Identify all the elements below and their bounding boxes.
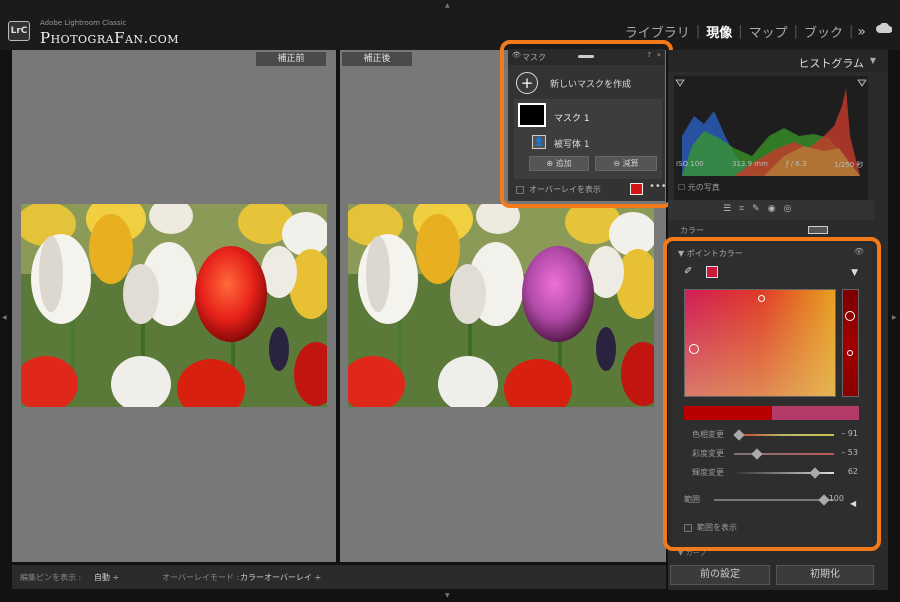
previous-settings-button[interactable]: 前の設定	[670, 565, 770, 585]
edit-sliders-icon[interactable]: ☰	[723, 204, 739, 214]
app-subtitle: Adobe Lightroom Classic	[40, 19, 127, 27]
original-photo-checkbox[interactable]: ☐	[678, 183, 688, 192]
color-tab-icon[interactable]	[808, 226, 828, 234]
module-picker: ライブラリ | 現像 | マップ | ブック | »	[619, 22, 870, 42]
bottom-toolbar: 編集ピンを表示 : 自動 ÷ オーバーレイモード : カラーオーバーレイ ÷	[12, 565, 666, 589]
edit-pin-label: 編集ピンを表示 :	[20, 573, 82, 582]
overlay-mode-select[interactable]: カラーオーバーレイ ÷	[240, 572, 321, 583]
app-brand: PhotograFan.com	[40, 29, 180, 47]
color-tab[interactable]: カラー	[680, 225, 704, 236]
aperture: ƒ / 6.3	[786, 160, 807, 168]
tool-icons: ☰⌗✎◉◎	[723, 204, 799, 214]
before-photo[interactable]	[21, 204, 327, 407]
reset-button[interactable]: 初期化	[776, 565, 874, 585]
mask-tool-icon[interactable]: ◎	[784, 204, 800, 214]
overlay-mode-label: オーバーレイモード :	[162, 573, 240, 582]
after-label: 補正後	[342, 52, 412, 66]
collapse-caret-icon[interactable]: ▼	[870, 56, 876, 65]
iso-value: ISO 100	[676, 160, 704, 168]
edit-pin-select[interactable]: 自動 ÷	[94, 572, 119, 583]
heal-icon[interactable]: ✎	[752, 204, 768, 214]
top-panel-toggle-icon[interactable]: ▲	[445, 2, 450, 9]
highlight-ring-mask	[500, 40, 673, 208]
left-panel-toggle-icon[interactable]: ◀	[2, 314, 7, 321]
highlight-ring-point-color	[663, 237, 881, 551]
histogram-title: ヒストグラム	[798, 57, 864, 70]
before-pane: 補正前	[12, 50, 336, 562]
original-photo-toggle[interactable]: ☐ 元の写真	[678, 182, 720, 193]
histogram-header[interactable]: ヒストグラム ▼	[668, 50, 888, 72]
module-map[interactable]: マップ	[743, 22, 794, 41]
bottom-panel-toggle-icon[interactable]: ▼	[445, 592, 450, 599]
module-develop[interactable]: 現像	[700, 22, 738, 41]
module-book[interactable]: ブック	[798, 22, 849, 41]
right-panel-toggle-icon[interactable]: ▶	[892, 314, 897, 321]
original-photo-label: 元の写真	[687, 183, 720, 192]
focal-length: 313.9 mm	[732, 160, 768, 168]
after-photo[interactable]	[348, 204, 654, 407]
cloud-icon[interactable]	[876, 23, 892, 33]
more-modules-button[interactable]: »	[853, 24, 870, 40]
app-logo: LrC	[8, 21, 30, 41]
crop-icon[interactable]: ⌗	[739, 204, 752, 214]
red-eye-icon[interactable]: ◉	[768, 204, 784, 214]
module-library[interactable]: ライブラリ	[619, 22, 696, 41]
shutter-speed: 1/250 秒	[834, 161, 864, 169]
before-label: 補正前	[256, 52, 326, 66]
